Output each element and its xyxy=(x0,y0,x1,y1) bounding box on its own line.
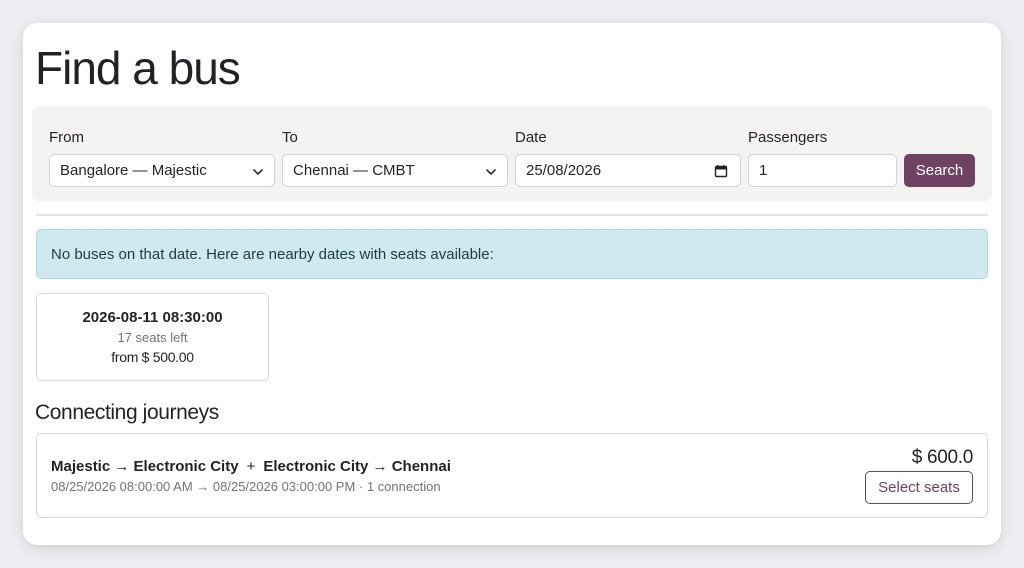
journey-price: $ 600.0 xyxy=(911,447,974,468)
connecting-journeys-heading: Connecting journeys xyxy=(35,401,219,424)
chevron-down-icon xyxy=(486,169,496,175)
to-select[interactable]: Chennai — CMBT xyxy=(282,154,508,187)
journey-card: Majestic → Electronic City + Electronic Ci… xyxy=(36,433,988,518)
journey-leg-2: Electronic City → Chennai xyxy=(263,458,451,475)
passengers-label: Passengers xyxy=(748,129,828,146)
nearby-date: 2026-08-11 08:30:00 xyxy=(82,309,223,326)
date-input-value: 25/08/2026 xyxy=(526,162,602,179)
alert-text: No buses on that date. Here are nearby d… xyxy=(51,245,494,263)
search-button[interactable]: Search xyxy=(904,154,975,187)
divider xyxy=(36,214,988,216)
passengers-input-value: 1 xyxy=(759,162,768,179)
from-select-value: Bangalore — Majestic xyxy=(60,162,207,179)
select-seats-button[interactable]: Select seats xyxy=(865,471,973,504)
plus-separator: + xyxy=(246,458,256,475)
journey-meta: 08/25/2026 08:00:00 AM → 08/25/2026 03:0… xyxy=(51,479,441,494)
journey-leg-1: Majestic → Electronic City xyxy=(51,458,239,475)
price-from: from $ 500.00 xyxy=(111,349,194,365)
to-label: To xyxy=(282,129,298,146)
calendar-icon[interactable] xyxy=(714,164,728,178)
passengers-input[interactable]: 1 xyxy=(748,154,897,187)
from-label: From xyxy=(49,129,84,146)
nearby-date-card[interactable]: 2026-08-11 08:30:00 17 seats left from $… xyxy=(36,293,269,381)
seats-left: 17 seats left xyxy=(117,330,188,345)
no-buses-alert: No buses on that date. Here are nearby d… xyxy=(36,229,988,279)
main-card: Find a bus From Bangalore — Majestic To … xyxy=(23,23,1001,545)
search-form: From Bangalore — Majestic To Chennai — C… xyxy=(32,107,992,201)
from-select[interactable]: Bangalore — Majestic xyxy=(49,154,275,187)
journey-route: Majestic → Electronic City + Electronic Ci… xyxy=(51,458,451,475)
page-title: Find a bus xyxy=(35,42,241,94)
date-label: Date xyxy=(515,129,547,146)
chevron-down-icon xyxy=(253,169,263,175)
date-input[interactable]: 25/08/2026 xyxy=(515,154,741,187)
to-select-value: Chennai — CMBT xyxy=(293,162,415,179)
